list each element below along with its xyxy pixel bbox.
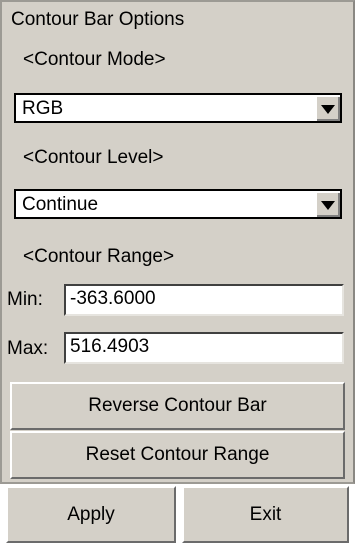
contour-mode-select[interactable]: RGB	[14, 93, 342, 123]
contour-mode-label: <Contour Mode>	[23, 49, 166, 70]
apply-button[interactable]: Apply	[6, 486, 176, 543]
contour-mode-value: RGB	[22, 98, 64, 119]
reverse-contour-bar-button[interactable]: Reverse Contour Bar	[10, 382, 345, 430]
contour-range-label: <Contour Range>	[23, 246, 175, 267]
min-field[interactable]: -363.6000	[64, 284, 344, 316]
chevron-down-icon[interactable]	[315, 95, 340, 121]
panel-title: Contour Bar Options	[11, 9, 185, 30]
max-label: Max:	[7, 338, 49, 359]
chevron-down-icon[interactable]	[315, 191, 340, 217]
min-label: Min:	[7, 289, 43, 310]
exit-button[interactable]: Exit	[182, 486, 349, 543]
reset-contour-range-button[interactable]: Reset Contour Range	[10, 431, 345, 479]
contour-level-value: Continue	[22, 194, 99, 215]
contour-level-select[interactable]: Continue	[14, 189, 342, 219]
contour-bar-options-panel: Contour Bar Options <Contour Mode> RGB <…	[0, 0, 355, 484]
contour-level-label: <Contour Level>	[23, 147, 164, 168]
max-field[interactable]: 516.4903	[64, 332, 344, 364]
